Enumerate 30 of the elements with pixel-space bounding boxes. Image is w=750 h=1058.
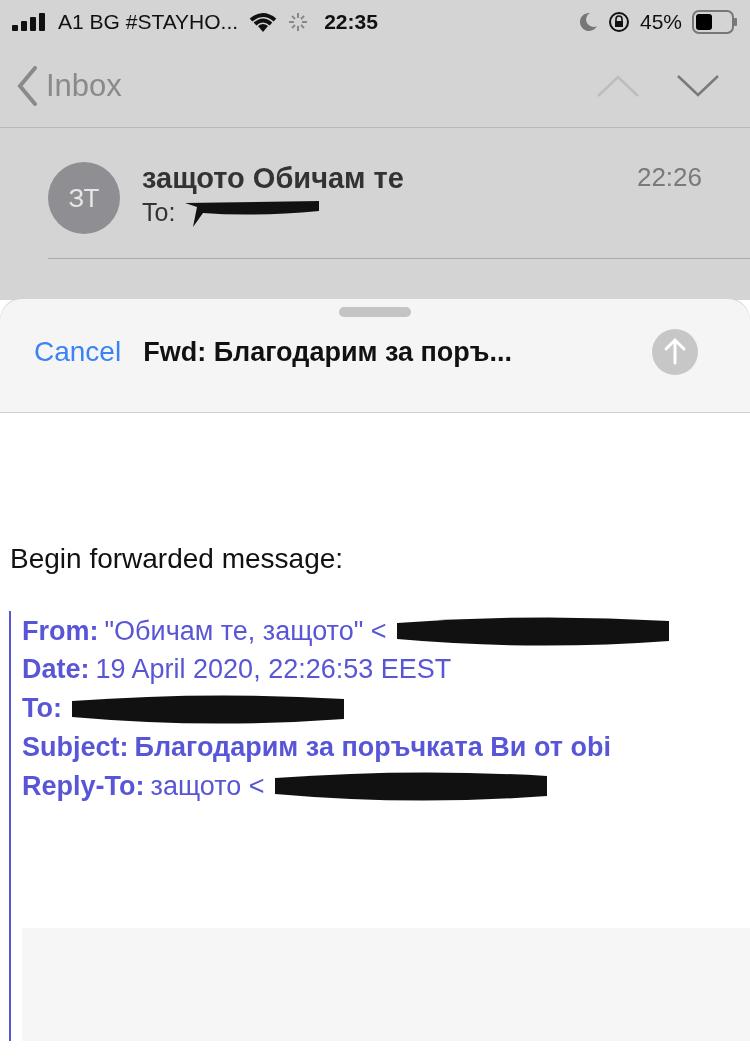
next-message-icon[interactable] [676, 73, 720, 98]
rotation-lock-icon [607, 11, 630, 33]
battery-percent: 45% [639, 10, 682, 34]
battery-icon [692, 10, 738, 34]
header-label: Subject: [22, 731, 129, 763]
message-time: 22:26 [636, 162, 702, 194]
back-button[interactable]: Inbox [16, 65, 122, 106]
wifi-icon [248, 11, 279, 33]
moon-icon [577, 12, 598, 32]
header-label: Reply-To: [22, 770, 145, 802]
sender-name: защото Обичам те [142, 162, 404, 195]
sender-avatar: ЗТ [48, 162, 120, 234]
recipient-label: To: [142, 197, 176, 227]
header-label: Date: [22, 654, 90, 686]
clock-time: 22:35 [324, 10, 378, 34]
compose-subject: Fwd: Благодарим за поръ... [143, 336, 513, 368]
header-label: From: [22, 615, 99, 647]
header-label: To: [22, 693, 62, 725]
cancel-button[interactable]: Cancel [34, 336, 122, 368]
header-value: "Обичам те, защото" < [104, 615, 387, 647]
signal-icon [12, 13, 48, 31]
header-value: защото < [150, 770, 265, 802]
send-button[interactable] [652, 329, 698, 375]
carrier-name: A1 BG #STAYHO... [58, 10, 239, 34]
header-value: 19 April 2020, 22:26:53 EEST [95, 654, 452, 686]
forward-intro: Begin forwarded message: [9, 543, 345, 575]
sheet-handle[interactable] [339, 307, 411, 317]
loading-icon [288, 12, 309, 32]
chevron-left-icon [16, 65, 38, 106]
header-value: Благодарим за поръчката Ви от obi [134, 731, 611, 763]
